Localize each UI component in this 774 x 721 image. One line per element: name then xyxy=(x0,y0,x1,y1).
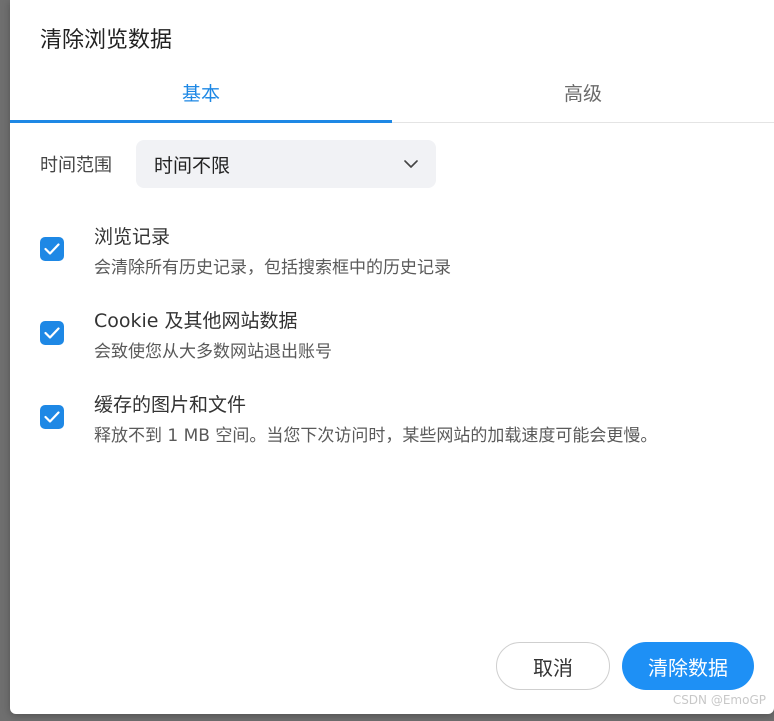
check-icon xyxy=(44,243,60,255)
cached-files-checkbox[interactable] xyxy=(40,405,64,429)
time-range-label: 时间范围 xyxy=(40,155,112,176)
browsing-history-title: 浏览记录 xyxy=(94,226,171,248)
browsing-history-checkbox[interactable] xyxy=(40,237,64,261)
check-icon xyxy=(44,411,60,423)
dialog-title: 清除浏览数据 xyxy=(40,28,173,53)
cached-files-description: 释放不到 1 MB 空间。当您下次访问时，某些网站的加载速度可能会更慢。 xyxy=(94,426,658,446)
cookies-title: Cookie 及其他网站数据 xyxy=(94,310,298,332)
cookies-checkbox[interactable] xyxy=(40,321,64,345)
watermark: CSDN @EmoGP xyxy=(672,693,766,707)
chevron-down-icon xyxy=(404,157,418,171)
clear-browsing-data-dialog: 清除浏览数据 基本 高级 时间范围 时间不限 浏览记录 会清除所有历史记录，包括… xyxy=(10,0,774,714)
browsing-history-description: 会清除所有历史记录，包括搜索框中的历史记录 xyxy=(94,258,451,278)
option-cached-files: 缓存的图片和文件 释放不到 1 MB 空间。当您下次访问时，某些网站的加载速度可… xyxy=(10,390,774,450)
cookies-description: 会致使您从大多数网站退出账号 xyxy=(94,342,332,362)
time-range-value: 时间不限 xyxy=(154,154,231,177)
tab-advanced[interactable]: 高级 xyxy=(392,62,774,122)
cancel-button[interactable]: 取消 xyxy=(496,642,610,690)
time-range-select[interactable]: 时间不限 xyxy=(136,140,436,188)
tab-basic[interactable]: 基本 xyxy=(10,62,392,123)
cached-files-title: 缓存的图片和文件 xyxy=(94,394,247,416)
option-cookies: Cookie 及其他网站数据 会致使您从大多数网站退出账号 xyxy=(10,306,774,366)
clear-data-button[interactable]: 清除数据 xyxy=(622,642,754,690)
option-browsing-history: 浏览记录 会清除所有历史记录，包括搜索框中的历史记录 xyxy=(10,222,774,282)
tab-bar: 基本 高级 xyxy=(10,62,774,123)
check-icon xyxy=(44,327,60,339)
